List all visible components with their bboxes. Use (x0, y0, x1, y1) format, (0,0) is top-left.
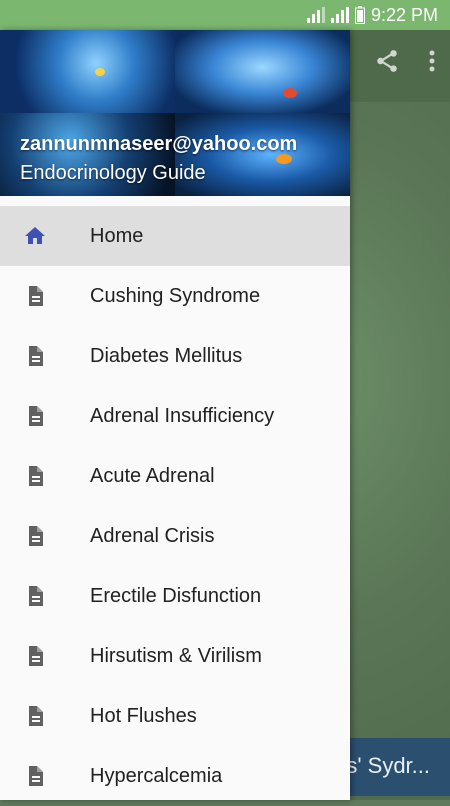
menu-item-label: Acute Adrenal (90, 465, 215, 487)
menu-item-hot-flushes[interactable]: Hot Flushes (0, 686, 350, 746)
share-icon[interactable] (374, 48, 400, 74)
document-icon (29, 286, 43, 306)
menu-item-label: Adrenal Insufficiency (90, 405, 275, 427)
menu-item-label: Diabetes Mellitus (90, 345, 243, 367)
menu-item-label: Adrenal Crisis (90, 525, 215, 547)
header-image-brain (0, 30, 175, 113)
document-icon (29, 766, 43, 786)
document-icon (29, 406, 43, 426)
menu-item-label: Hot Flushes (90, 705, 197, 727)
signal-icon-2 (330, 7, 349, 23)
home-icon (25, 227, 45, 244)
navigation-drawer: zannunmnaseer@yahoo.com Endocrinology Gu… (0, 30, 350, 800)
battery-icon (354, 6, 365, 24)
document-icon (29, 526, 43, 546)
drawer-header: zannunmnaseer@yahoo.com Endocrinology Gu… (0, 30, 350, 196)
menu-item-adrenal-insufficiency[interactable]: Adrenal Insufficiency (0, 386, 350, 446)
status-icons: 9:22 PM (306, 0, 438, 30)
more-vert-icon[interactable] (428, 49, 436, 73)
menu-item-label: Erectile Disfunction (90, 585, 262, 607)
menu-item-erectile-disfunction[interactable]: Erectile Disfunction (0, 566, 350, 626)
header-organ-highlight-3 (95, 68, 105, 76)
status-time: 9:22 PM (370, 4, 438, 25)
menu-item-label: Home (90, 225, 144, 247)
menu-item-hypercalcemia[interactable]: Hypercalcemia (0, 746, 350, 806)
document-icon (29, 586, 43, 606)
drawer-menu: Home Cushing Syndrome Diabetes Mellitus … (0, 206, 350, 806)
header-image-head (175, 30, 350, 113)
document-icon (29, 346, 43, 366)
menu-item-cushing-syndrome[interactable]: Cushing Syndrome (0, 266, 350, 326)
bottom-title-strip: ms' Sydr... (350, 738, 450, 796)
document-icon (29, 466, 43, 486)
status-bar: 9:22 PM (0, 0, 450, 30)
menu-item-adrenal-crisis[interactable]: Adrenal Crisis (0, 506, 350, 566)
menu-item-label: Hypercalcemia (90, 765, 223, 787)
bottom-strip-text: ms' Sydr... (350, 753, 430, 778)
signal-icon (306, 7, 325, 23)
menu-item-label: Cushing Syndrome (90, 285, 261, 307)
document-icon (29, 646, 43, 666)
menu-item-label: Hirsutism & Virilism (90, 645, 262, 667)
document-icon (29, 706, 43, 726)
account-email: zannunmnaseer@yahoo.com (20, 133, 298, 155)
app-bar-actions (374, 48, 436, 74)
header-text: zannunmnaseer@yahoo.com Endocrinology Gu… (20, 133, 297, 185)
menu-item-diabetes-mellitus[interactable]: Diabetes Mellitus (0, 326, 350, 386)
header-organ-highlight (283, 88, 297, 98)
menu-item-home[interactable]: Home (0, 206, 350, 266)
menu-item-hirsutism-virilism[interactable]: Hirsutism & Virilism (0, 626, 350, 686)
menu-item-acute-adrenal[interactable]: Acute Adrenal (0, 446, 350, 506)
app-name: Endocrinology Guide (20, 162, 206, 184)
